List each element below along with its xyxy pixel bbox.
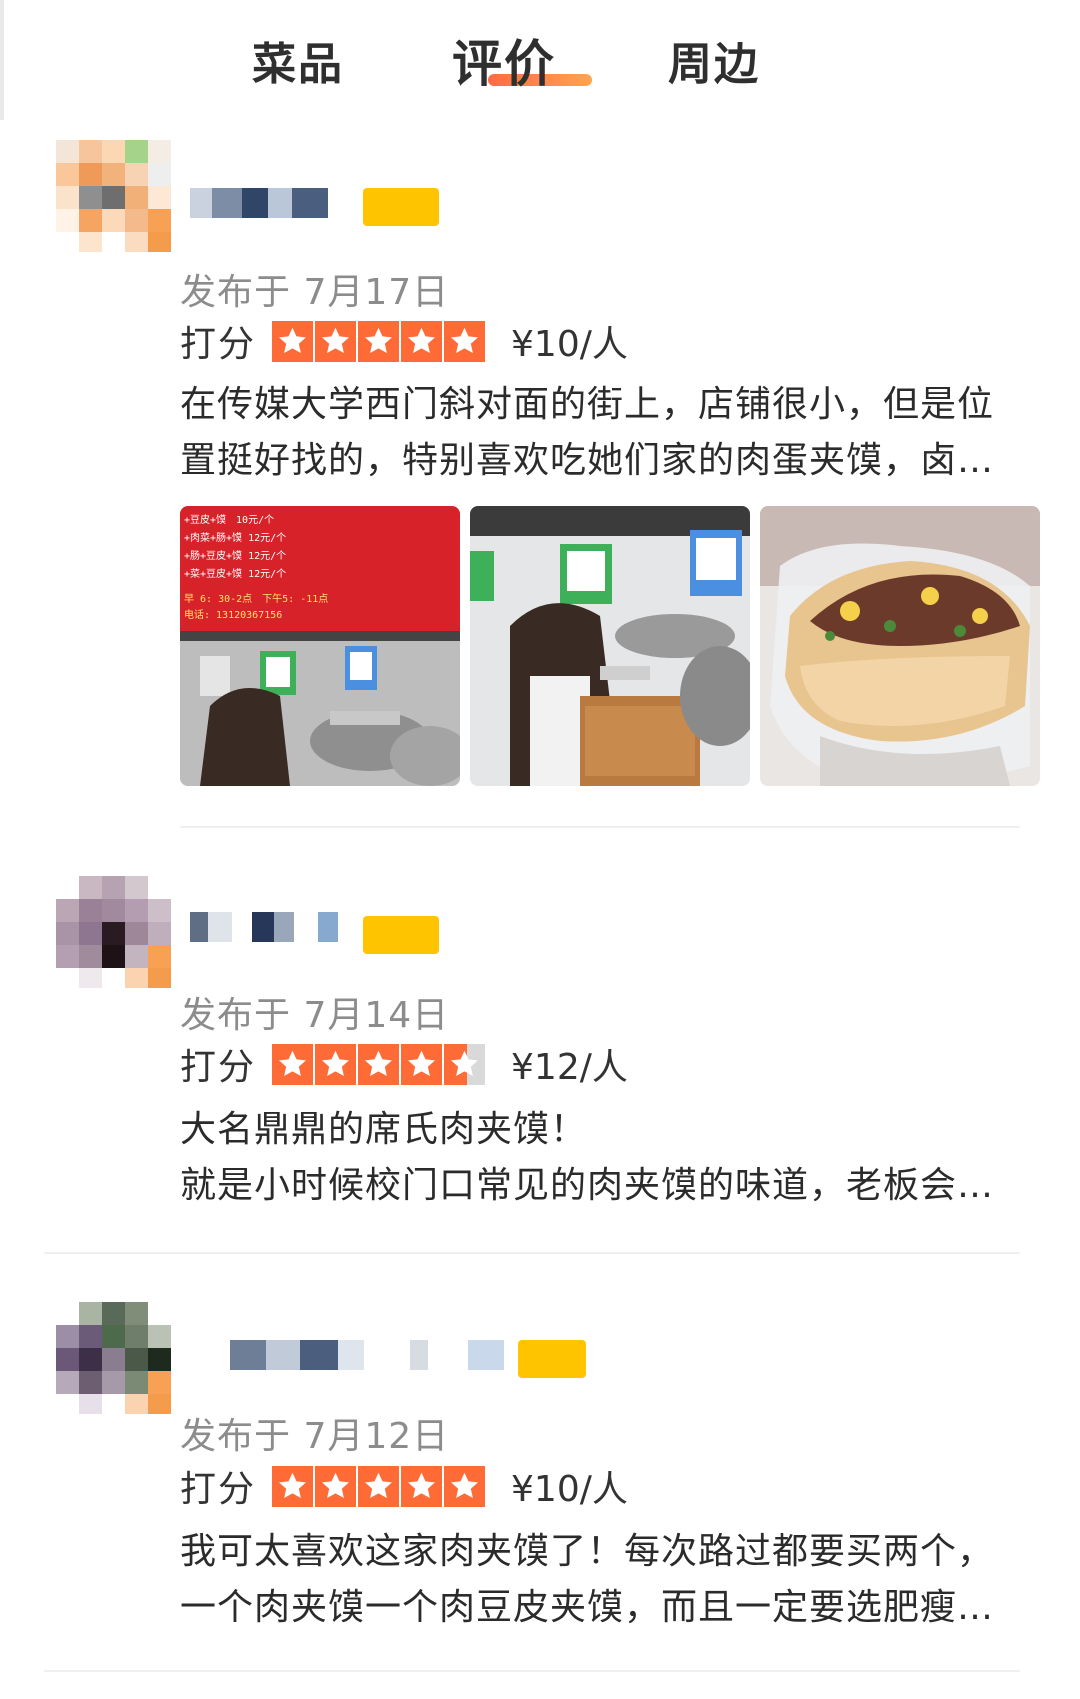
star-icon xyxy=(272,320,314,362)
review-text-line[interactable]: 我可太喜欢这家肉夹馍了！每次路过都要买两个， xyxy=(180,1524,1020,1580)
star-rating xyxy=(272,1465,486,1507)
review-photos: +豆皮+馍 10元/个 +肉菜+肠+馍 12元/个 +肠+豆皮+馍 12元/个 … xyxy=(180,506,1040,786)
star-rating xyxy=(272,320,486,362)
star-rating xyxy=(272,1043,486,1085)
review-text-line[interactable]: 就是小时候校门口常见的肉夹馍的味道，老板会… xyxy=(180,1158,1020,1214)
menu-hours: 早 6: 30-2点 下午5: -11点 xyxy=(184,594,329,605)
review-divider xyxy=(180,826,1020,828)
star-icon xyxy=(358,1043,400,1085)
edge-divider xyxy=(0,0,4,120)
price-per-person: ¥10/人 xyxy=(511,1469,628,1510)
star-icon xyxy=(401,320,443,362)
menu-line: +豆皮+馍 10元/个 xyxy=(184,515,275,526)
star-icon xyxy=(272,1043,314,1085)
avatar[interactable] xyxy=(56,140,172,252)
rating-row: 打分 ¥12/人 xyxy=(180,1039,628,1089)
price-per-person: ¥10/人 xyxy=(511,324,628,365)
half-star-icon xyxy=(444,1043,486,1085)
menu-line: +肠+豆皮+馍 12元/个 xyxy=(184,551,287,562)
star-icon xyxy=(444,320,486,362)
price-per-person: ¥12/人 xyxy=(511,1047,628,1088)
level-badge xyxy=(518,1340,586,1378)
level-badge xyxy=(363,188,439,226)
username-blurred[interactable] xyxy=(190,912,338,942)
review-divider xyxy=(44,1252,1020,1254)
star-icon xyxy=(401,1465,443,1507)
tab-dishes[interactable]: 菜品 xyxy=(252,28,344,92)
avatar[interactable] xyxy=(56,876,172,988)
tab-reviews[interactable]: 评价 xyxy=(452,24,556,96)
username-blurred[interactable] xyxy=(190,188,328,218)
rating-label: 打分 xyxy=(180,1047,257,1088)
star-icon xyxy=(401,1043,443,1085)
tab-bar: 菜品 评价 周边 xyxy=(0,0,1080,120)
tab-nearby[interactable]: 周边 xyxy=(668,28,760,92)
rating-label: 打分 xyxy=(180,1469,257,1510)
meat-sandwich-photo[interactable] xyxy=(760,506,1040,786)
menu-board-photo[interactable]: +豆皮+馍 10元/个 +肉菜+肠+馍 12元/个 +肠+豆皮+馍 12元/个 … xyxy=(180,506,460,786)
review-date: 发布于 7月14日 xyxy=(180,995,450,1036)
star-icon xyxy=(315,320,357,362)
star-icon xyxy=(444,1465,486,1507)
star-icon xyxy=(358,320,400,362)
review-date: 发布于 7月17日 xyxy=(180,272,450,313)
menu-line: +肉菜+肠+馍 12元/个 xyxy=(184,533,287,544)
star-icon xyxy=(272,1465,314,1507)
star-icon xyxy=(315,1043,357,1085)
review-text-line[interactable]: 一个肉夹馍一个肉豆皮夹馍，而且一定要选肥瘦… xyxy=(180,1580,1020,1636)
menu-phone: 电话: 13120367156 xyxy=(184,610,283,621)
menu-line: +菜+豆皮+馍 12元/个 xyxy=(184,569,287,580)
rating-label: 打分 xyxy=(180,324,257,365)
review-text-line[interactable]: 大名鼎鼎的席氏肉夹馍！ xyxy=(180,1102,1020,1158)
review-date: 发布于 7月12日 xyxy=(180,1416,450,1457)
rating-row: 打分 ¥10/人 xyxy=(180,1461,628,1511)
username-blurred[interactable] xyxy=(230,1340,504,1370)
level-badge xyxy=(363,916,439,954)
avatar[interactable] xyxy=(56,1302,172,1414)
rating-row: 打分 ¥10/人 xyxy=(180,316,628,366)
star-icon xyxy=(315,1465,357,1507)
cooking-photo[interactable] xyxy=(470,506,750,786)
review-divider xyxy=(44,1670,1020,1672)
review-text-line[interactable]: 在传媒大学西门斜对面的街上，店铺很小，但是位 xyxy=(180,377,1020,433)
review-text-line[interactable]: 置挺好找的，特别喜欢吃她们家的肉蛋夹馍，卤… xyxy=(180,433,1020,489)
star-icon xyxy=(358,1465,400,1507)
